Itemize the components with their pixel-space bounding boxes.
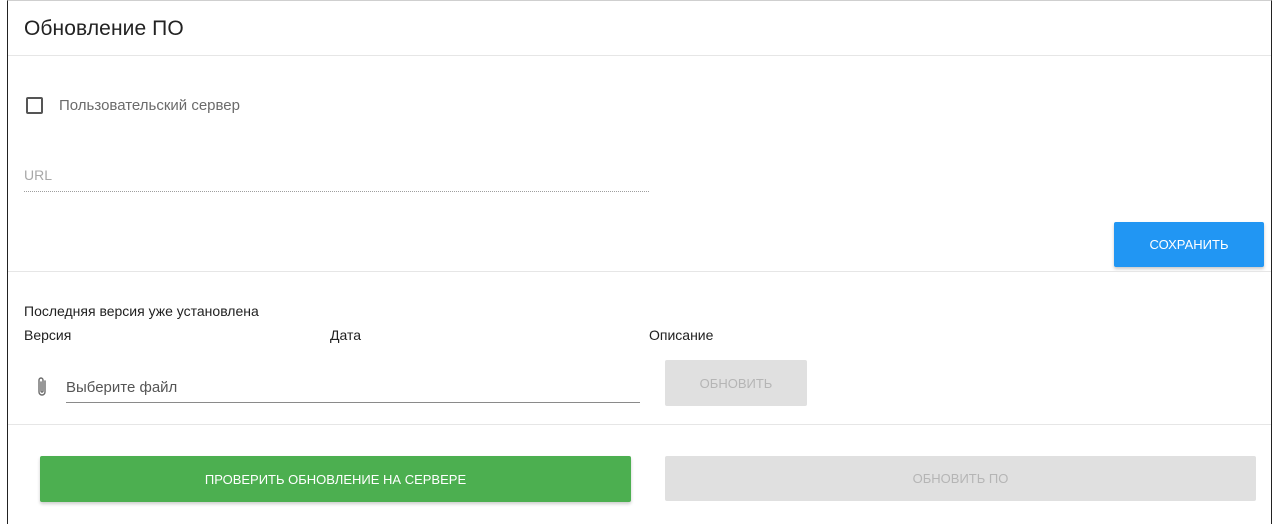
firmware-update-panel: Обновление ПО Пользовательский сервер Со… — [7, 0, 1272, 524]
file-picker[interactable]: Выберите файл — [34, 373, 646, 403]
custom-server-label: Пользовательский сервер — [59, 97, 240, 114]
page-title: Обновление ПО — [24, 17, 184, 40]
update-firmware-button[interactable]: Обновить ПО — [665, 456, 1256, 501]
check-server-update-button[interactable]: Проверить обновление на сервере — [40, 456, 631, 502]
update-button[interactable]: Обновить — [665, 360, 807, 406]
custom-server-option[interactable]: Пользовательский сервер — [26, 97, 240, 114]
column-header-version: Версия — [24, 327, 72, 343]
divider — [8, 271, 1271, 272]
file-input-placeholder: Выберите файл — [66, 379, 178, 396]
custom-server-checkbox[interactable] — [26, 97, 43, 114]
url-field[interactable] — [24, 167, 649, 192]
save-button[interactable]: Сохранить — [1114, 222, 1264, 267]
column-header-date: Дата — [330, 327, 362, 343]
status-message: Последняя версия уже установлена — [24, 303, 259, 319]
url-input[interactable] — [24, 167, 649, 192]
paperclip-icon[interactable] — [34, 375, 50, 399]
column-header-description: Описание — [649, 327, 714, 343]
panel-header: Обновление ПО — [8, 1, 1271, 56]
divider — [8, 424, 1271, 425]
file-input[interactable]: Выберите файл — [66, 373, 640, 403]
